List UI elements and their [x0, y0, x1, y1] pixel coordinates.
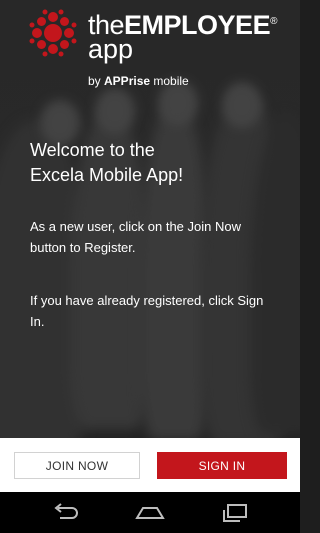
android-navigation-bar	[0, 492, 300, 533]
logo-icon	[29, 9, 77, 57]
join-now-button[interactable]: JOIN NOW	[14, 452, 140, 479]
home-icon[interactable]	[134, 502, 166, 522]
recent-apps-icon[interactable]	[220, 502, 250, 522]
brand-subtitle: app	[88, 34, 134, 64]
new-user-instructions: As a new user, click on the Join Now but…	[30, 219, 241, 255]
sign-in-button[interactable]: SIGN IN	[157, 452, 287, 479]
button-bar: JOIN NOW SIGN IN	[0, 438, 300, 492]
brand-byline: by APPrise mobile	[88, 74, 189, 88]
welcome-screen: theEMPLOYEE® app by APPrise mobile Welco…	[0, 0, 300, 438]
welcome-heading: Welcome to the Excela Mobile App!	[30, 140, 184, 185]
registered-user-instructions: If you have already registered, click Si…	[30, 293, 264, 329]
back-icon[interactable]	[52, 502, 80, 522]
